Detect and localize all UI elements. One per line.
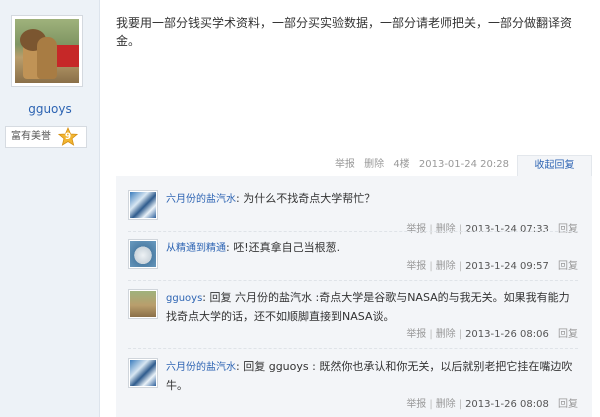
reply-username[interactable]: 从精通到精通 [166,243,226,254]
reply-username[interactable]: 六月份的盐汽水 [166,362,236,373]
reply-timestamp: 2013-1-26 08:06 [465,329,549,340]
floor-number: 4楼 [393,159,410,170]
list-item: gguoys: 回复 六月份的盐汽水 :奇点大学是谷歌与NASA的与我无关。如果… [128,289,578,349]
reply-avatar[interactable] [128,358,158,388]
delete-link[interactable]: 删除 [436,261,456,272]
reply-body: 六月份的盐汽水: 为什么不找奇点大学帮忙？ [166,192,376,205]
reply-text: 回复 六月份的盐汽水 :奇点大学是谷歌与NASA的与我无关。如果我有能力找奇点大… [166,291,570,323]
report-link[interactable]: 举报 [406,399,426,410]
delete-link[interactable]: 删除 [364,159,384,170]
list-item: 从精通到精通: 呸!还真拿自己当根葱. 举报 | 删除 | 2013-1-24 09:5… [128,239,578,281]
delete-link[interactable]: 删除 [436,329,456,340]
honor-badge[interactable]: 富有美誉 9 [5,126,87,148]
reply-body: gguoys: 回复 六月份的盐汽水 :奇点大学是谷歌与NASA的与我无关。如果… [166,291,570,323]
honor-label: 富有美誉 [11,131,51,142]
reply-link[interactable]: 回复 [558,261,578,272]
reply-timestamp: 2013-1-26 08:08 [465,399,549,410]
reply-username[interactable]: 六月份的盐汽水 [166,194,236,205]
author-username[interactable]: gguoys [0,102,100,116]
author-avatar[interactable] [11,15,83,87]
report-link[interactable]: 举报 [335,159,355,170]
reply-meta: 举报 | 删除 | 2013-1-24 07:33 回复 [406,224,578,235]
author-sidebar: gguoys 富有美誉 9 [0,0,100,417]
reply-link[interactable]: 回复 [558,329,578,340]
reply-username[interactable]: gguoys [166,293,202,304]
reply-body: 从精通到精通: 呸!还真拿自己当根葱. [166,241,341,254]
reply-meta: 举报 | 删除 | 2013-1-26 08:06 回复 [406,329,578,340]
reply-text: 为什么不找奇点大学帮忙？ [243,192,376,205]
reply-link[interactable]: 回复 [558,224,578,235]
list-item: 六月份的盐汽水: 回复 gguoys : 既然你也承认和你无关，以后就别老把它挂… [128,358,578,416]
collapse-replies-button[interactable]: 收起回复 [517,155,592,177]
honor-level: 9 [64,132,72,142]
report-link[interactable]: 举报 [406,261,426,272]
lion-avatar-image [15,19,79,83]
reply-link[interactable]: 回复 [558,399,578,410]
divider [128,348,578,349]
reply-avatar[interactable] [128,289,158,319]
divider [128,231,578,232]
post-timestamp: 2013-01-24 20:28 [418,159,509,170]
reply-meta: 举报 | 删除 | 2013-1-24 09:57 回复 [406,261,578,272]
star-icon: 9 [57,126,79,147]
reply-body: 六月份的盐汽水: 回复 gguoys : 既然你也承认和你无关，以后就别老把它挂… [166,360,573,392]
list-item: 六月份的盐汽水: 为什么不找奇点大学帮忙？ 举报 | 删除 | 2013-1-24 07… [128,190,578,235]
reply-timestamp: 2013-1-24 09:57 [465,261,549,272]
reply-timestamp: 2013-1-24 07:33 [465,224,549,235]
delete-link[interactable]: 删除 [436,224,456,235]
post-content: 我要用一部分钱买学术资料，一部分买实验数据，一部分请老师把关，一部分做翻译资金。 [116,16,573,48]
report-link[interactable]: 举报 [406,329,426,340]
reply-meta: 举报 | 删除 | 2013-1-26 08:08 回复 [406,399,578,410]
reply-avatar[interactable] [128,239,158,269]
post-main: 我要用一部分钱买学术资料，一部分买实验数据，一部分请老师把关，一部分做翻译资金。… [100,0,600,417]
reply-text: 呸!还真拿自己当根葱. [233,241,341,254]
reply-avatar[interactable] [128,190,158,220]
divider [128,280,578,281]
reply-list: 六月份的盐汽水: 为什么不找奇点大学帮忙？ 举报 | 删除 | 2013-1-24 07… [116,176,592,417]
report-link[interactable]: 举报 [406,224,426,235]
post-meta-bar: 举报 删除 4楼 2013-01-24 20:28 [100,155,517,175]
delete-link[interactable]: 删除 [436,399,456,410]
